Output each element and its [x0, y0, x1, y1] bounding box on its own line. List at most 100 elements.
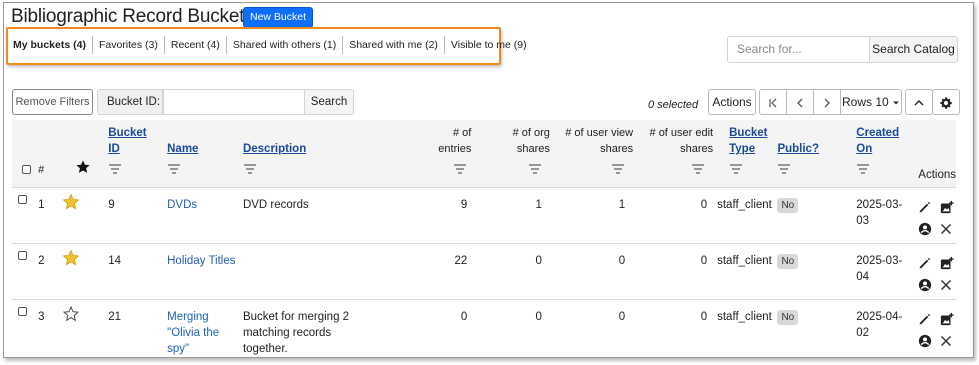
bucket-tabs: My buckets (4) Favorites (3) Recent (4) … [8, 36, 533, 54]
user-edit-shares-count: 0 [700, 310, 708, 323]
buckets-grid: # Bucket ID Name Description # of entrie… [12, 120, 956, 357]
column-header-user-edit-shares[interactable]: # of user edit shares [637, 125, 714, 157]
caret-down-icon [893, 101, 900, 105]
column-header-public[interactable]: Public? [777, 141, 850, 157]
entries-count: 9 [460, 198, 468, 211]
user-circle-icon[interactable] [918, 222, 932, 236]
first-page-button[interactable] [759, 89, 787, 115]
select-all-checkbox[interactable] [21, 165, 31, 174]
column-header-bucket-id[interactable]: Bucket ID [108, 125, 148, 157]
bucket-id: 9 [108, 198, 115, 211]
user-circle-icon[interactable] [918, 334, 932, 348]
next-page-button[interactable] [813, 89, 841, 115]
filter-icon[interactable] [691, 163, 705, 175]
filter-icon[interactable] [528, 163, 542, 175]
user-view-shares-count: 0 [618, 254, 626, 267]
filter-icon[interactable] [108, 163, 122, 175]
row-checkbox[interactable] [18, 250, 27, 260]
bucket-id-input[interactable] [163, 89, 305, 115]
grid-toolbar: Actions Rows 10 [705, 89, 960, 115]
public-badge: No [777, 309, 799, 325]
star-outline-icon[interactable] [62, 305, 80, 323]
bucket-name-link[interactable]: Holiday Titles [167, 255, 235, 267]
user-view-shares-count: 1 [618, 198, 626, 211]
favorite-column-star-icon[interactable] [75, 159, 91, 175]
table-row: 2 14 Holiday Titles 22 0 0 0 staff_clien… [12, 243, 956, 299]
selected-count: 0 selected [648, 99, 699, 111]
bucket-id-search-button[interactable]: Search [304, 89, 354, 115]
tab-shared-with-me[interactable]: Shared with me (2) [342, 36, 444, 54]
filter-icon[interactable] [856, 163, 870, 175]
tab-shared-with-others[interactable]: Shared with others (1) [225, 36, 342, 54]
bucket-type: staff_client [717, 198, 772, 211]
column-header-org-shares[interactable]: # of org shares [496, 125, 550, 157]
bucket-name-link[interactable]: Merging "Olivia the spy" [167, 311, 219, 355]
org-shares-count: 0 [535, 310, 542, 323]
gear-icon [940, 97, 952, 109]
user-circle-icon[interactable] [918, 278, 932, 292]
bucket-id: 21 [108, 310, 122, 323]
filter-icon[interactable] [243, 163, 257, 175]
tab-my-buckets[interactable]: My buckets (4) [8, 36, 92, 54]
column-header-user-view-shares[interactable]: # of user view shares [557, 125, 633, 157]
chevron-up-icon [914, 99, 924, 106]
bucket-type: staff_client [717, 254, 772, 267]
delete-x-icon[interactable] [940, 223, 952, 235]
filter-icon[interactable] [611, 163, 625, 175]
row-checkbox[interactable] [18, 306, 27, 316]
row-number: 1 [38, 198, 45, 211]
bucket-description: DVD records [242, 198, 309, 211]
rows-per-page-dropdown[interactable]: Rows 10 [840, 89, 902, 115]
created-on: 2025-03-03 [856, 198, 903, 227]
filter-icon[interactable] [777, 163, 791, 175]
catalog-search-input[interactable]: Search for... [727, 36, 870, 63]
table-row: 1 9 DVDs DVD records 9 1 1 0 staff_clien… [12, 187, 956, 243]
user-view-shares-count: 0 [618, 310, 626, 323]
created-on: 2025-04-02 [856, 310, 903, 339]
public-badge: No [777, 253, 799, 269]
public-badge: No [777, 197, 799, 213]
bucket-type: staff_client [717, 310, 772, 323]
filter-icon[interactable] [453, 163, 467, 175]
header-row: # Bucket ID Name Description # of entrie… [12, 120, 956, 187]
column-header-created-on[interactable]: Created On [856, 125, 902, 157]
new-bucket-button[interactable]: New Bucket [243, 7, 314, 28]
delete-x-icon[interactable] [940, 335, 952, 347]
column-header-description[interactable]: Description [243, 141, 375, 157]
filter-icon[interactable] [729, 163, 743, 175]
edit-pencil-icon[interactable] [918, 312, 932, 326]
column-header-bucket-type[interactable]: Bucket Type [729, 125, 769, 157]
column-header-name[interactable]: Name [167, 141, 240, 157]
tab-recent[interactable]: Recent (4) [163, 36, 226, 54]
search-catalog-button[interactable]: Search Catalog [869, 36, 958, 63]
bucket-name-link[interactable]: DVDs [167, 199, 197, 211]
column-header-entries[interactable]: # of entries [427, 125, 471, 157]
remove-filters-button[interactable]: Remove Filters [12, 89, 93, 115]
rows-per-page-label: Rows 10 [841, 95, 889, 109]
page-title: Bibliographic Record Buckets [11, 6, 254, 27]
tab-visible-to-me[interactable]: Visible to me (9) [443, 36, 533, 54]
row-number: 3 [38, 310, 45, 323]
add-image-icon[interactable] [940, 200, 954, 214]
bucket-id-label: Bucket ID: [97, 89, 163, 115]
tab-favorites[interactable]: Favorites (3) [91, 36, 164, 54]
user-edit-shares-count: 0 [700, 198, 708, 211]
edit-pencil-icon[interactable] [918, 200, 932, 214]
add-image-icon[interactable] [940, 312, 954, 326]
column-header-number: # [38, 164, 45, 176]
star-filled-icon[interactable] [62, 249, 80, 267]
bucket-description: Bucket for merging 2 matching records to… [242, 310, 350, 355]
prev-page-button[interactable] [786, 89, 814, 115]
filter-icon[interactable] [167, 163, 181, 175]
row-checkbox[interactable] [18, 194, 27, 204]
entries-count: 0 [460, 310, 468, 323]
actions-button[interactable]: Actions [708, 89, 756, 115]
star-filled-icon[interactable] [62, 193, 80, 211]
first-page-icon [769, 98, 777, 108]
org-shares-count: 1 [535, 198, 542, 211]
collapse-button[interactable] [905, 89, 933, 115]
settings-button[interactable] [932, 89, 960, 115]
edit-pencil-icon[interactable] [918, 256, 932, 270]
add-image-icon[interactable] [940, 256, 954, 270]
delete-x-icon[interactable] [940, 279, 952, 291]
